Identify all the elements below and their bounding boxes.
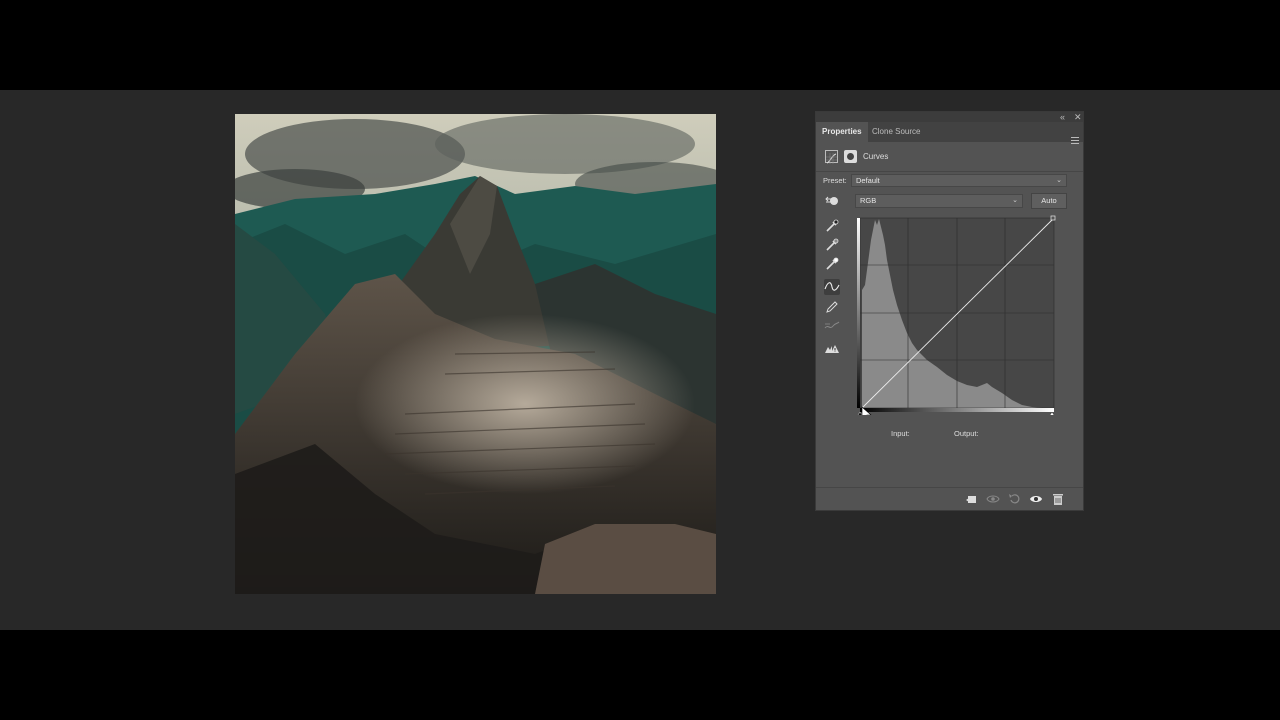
targeted-adjustment-icon[interactable] (824, 193, 840, 209)
gray-point-eyedropper-icon[interactable] (824, 237, 840, 253)
document-image[interactable] (235, 114, 716, 594)
view-previous-state-icon[interactable] (986, 492, 1000, 506)
pencil-draw-icon[interactable] (824, 299, 840, 315)
clipping-warning-icon[interactable] (824, 341, 840, 357)
white-point-eyedropper-icon[interactable] (824, 256, 840, 272)
curves-graph[interactable] (855, 215, 1057, 422)
close-panel-icon[interactable]: ✕ (1074, 112, 1082, 122)
black-point-eyedropper-icon[interactable] (824, 218, 840, 234)
properties-panel: « ✕ Properties Clone Source Curves Prese… (815, 111, 1084, 511)
auto-button[interactable]: Auto (1031, 193, 1067, 209)
smooth-curve-icon[interactable] (824, 318, 840, 334)
panel-tabs: Properties Clone Source (816, 122, 1083, 144)
chevron-down-icon: ⌄ (1012, 197, 1018, 204)
panel-title-bar[interactable]: « ✕ (816, 112, 1083, 122)
tab-clone-source[interactable]: Clone Source (866, 122, 926, 142)
tab-properties[interactable]: Properties (816, 122, 868, 142)
reset-icon[interactable] (1008, 492, 1022, 506)
panel-footer (816, 487, 1083, 510)
output-label: Output: (954, 429, 979, 438)
curves-adjustment-icon[interactable] (825, 150, 838, 164)
collapse-panel-icon[interactable]: « (1060, 112, 1065, 122)
layer-mask-icon[interactable] (844, 150, 857, 163)
clip-to-layer-icon[interactable] (964, 492, 978, 506)
white-point-slider (1047, 411, 1057, 419)
curve-points-icon[interactable] (824, 279, 840, 295)
channel-value: RGB (860, 196, 877, 205)
chevron-down-icon: ⌄ (1056, 177, 1062, 184)
input-label: Input: (891, 429, 910, 438)
channel-dropdown[interactable]: RGB ⌄ (855, 194, 1023, 208)
adjustment-header: Curves (816, 145, 1083, 169)
trash-icon[interactable] (1051, 492, 1065, 506)
white-point-handle (1050, 215, 1056, 221)
visibility-eye-icon[interactable] (1029, 492, 1043, 506)
preset-dropdown[interactable]: Default ⌄ (851, 174, 1067, 187)
preset-value: Default (856, 176, 880, 185)
adjustment-title: Curves (863, 152, 889, 161)
divider (816, 171, 1083, 172)
preset-label: Preset: (823, 176, 847, 185)
